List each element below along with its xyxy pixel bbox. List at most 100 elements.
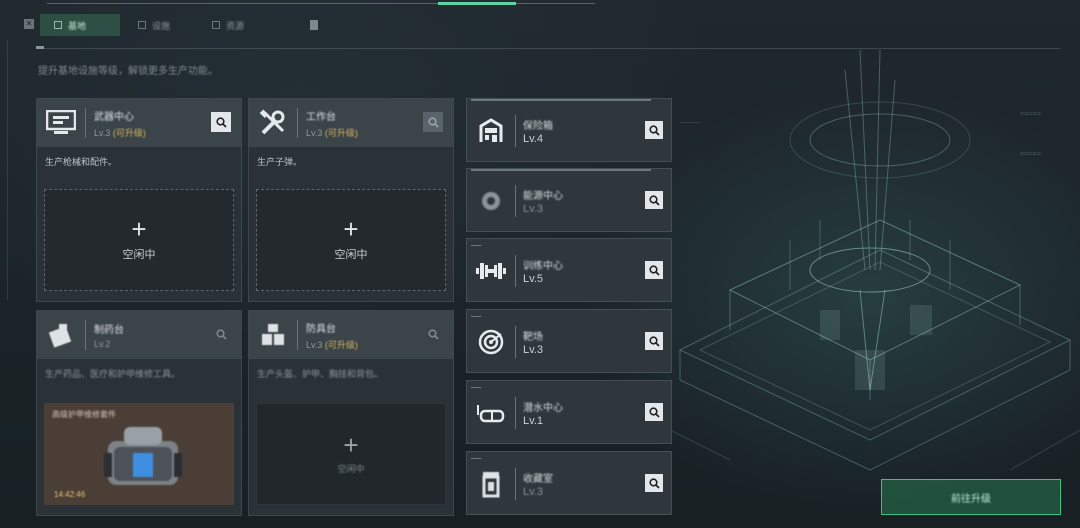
search-icon[interactable] <box>645 474 663 492</box>
separator <box>515 326 516 358</box>
computer-icon <box>37 99 85 147</box>
list-item-safe[interactable]: 保险箱 Lv.4 <box>466 98 672 162</box>
tab-label: 资源 <box>226 20 245 31</box>
list-item-range[interactable]: 靶场 Lv.3 <box>466 309 672 373</box>
card-header: 武器中心 Lv.3 (可升级) <box>37 99 241 147</box>
separator <box>515 255 516 287</box>
slot-status: 空闲中 <box>122 249 156 261</box>
tab-label: 设施 <box>152 20 171 31</box>
card-header: 工作台 Lv.3 (可升级) <box>249 99 453 147</box>
level-value: Lv.2 <box>94 339 111 349</box>
page-subtitle: 提升基地设施等级，解锁更多生产功能。 <box>38 66 218 77</box>
separator <box>515 397 516 429</box>
separator <box>85 108 86 138</box>
facility-card-weapon[interactable]: 武器中心 Lv.3 (可升级) 生产枪械和配件。 + 空闲中 <box>36 98 242 302</box>
grid-icon <box>138 21 146 29</box>
facility-name: 能源中心 <box>523 191 563 202</box>
row-rule <box>471 316 481 317</box>
separator <box>515 115 516 147</box>
decor-text: ===== <box>1020 150 1042 158</box>
production-product[interactable]: 高级护甲维修套件 14:42:46 <box>44 403 234 505</box>
close-icon[interactable]: ✕ <box>24 19 34 29</box>
row-rule <box>471 169 651 171</box>
search-icon[interactable] <box>645 403 663 421</box>
level-value: Lv.3 <box>94 127 111 138</box>
safe-icon <box>473 113 509 149</box>
search-icon[interactable] <box>211 324 231 344</box>
plus-icon: + <box>343 429 359 460</box>
production-slot[interactable]: + 空闲中 <box>256 403 446 505</box>
upgrade-button[interactable]: 前往升级 <box>881 479 1061 515</box>
facility-level: Lv.2 <box>94 339 124 349</box>
row-rule <box>471 458 481 459</box>
list-item-energy[interactable]: 能源中心 Lv.3 <box>466 168 672 232</box>
search-icon[interactable] <box>645 261 663 279</box>
separator <box>297 108 298 138</box>
list-item-diving[interactable]: 潜水中心 Lv.1 <box>466 380 672 444</box>
tab-facilities[interactable]: 设施 <box>124 14 194 36</box>
decor-text: ————— <box>680 118 702 126</box>
facility-card-workbench[interactable]: 工作台 Lv.3 (可升级) 生产子弹。 + 空闲中 <box>248 98 454 302</box>
search-icon[interactable] <box>423 324 443 344</box>
plus-icon: + <box>131 214 147 244</box>
tools-icon <box>249 99 297 147</box>
list-item-training[interactable]: 训练中心 Lv.5 <box>466 238 672 302</box>
facility-level: Lv.3 <box>523 486 543 498</box>
facility-level: Lv.3 <box>523 203 543 215</box>
base-blueprint-art <box>670 50 1080 471</box>
tab-base[interactable]: 基地 <box>40 14 120 36</box>
box-icon <box>212 21 220 29</box>
facility-description: 生产头盔、护甲、胸挂和背包。 <box>257 369 384 379</box>
search-icon[interactable] <box>423 112 443 132</box>
separator <box>297 320 298 350</box>
row-rule <box>471 99 651 101</box>
facility-name: 靶场 <box>523 332 543 343</box>
facility-card-medical[interactable]: 制药台 Lv.2 生产药品、医疗和护甲维修工具。 高级护甲维修套件 14:42:… <box>36 310 242 516</box>
facility-name: 保险箱 <box>523 121 553 132</box>
decor-text: ===== <box>1020 110 1042 118</box>
facility-level: Lv.3 (可升级) <box>94 126 146 139</box>
gear-icon <box>473 183 509 219</box>
divider-marker <box>36 46 44 49</box>
facility-level: Lv.3 (可升级) <box>306 338 358 351</box>
dumbbell-icon <box>473 253 509 289</box>
upgrade-button-label: 前往升级 <box>951 493 991 505</box>
tab-resources[interactable]: 资源 <box>198 14 268 36</box>
tab-bar: 基地 设施 资源 <box>40 14 318 36</box>
header-divider <box>38 48 1060 49</box>
search-icon[interactable] <box>645 121 663 139</box>
upgrade-hint: (可升级) <box>112 127 146 138</box>
search-icon[interactable] <box>211 112 231 132</box>
facility-card-armor[interactable]: 防具台 Lv.3 (可升级) 生产头盔、护甲、胸挂和背包。 + 空闲中 <box>248 310 454 516</box>
facility-name: 收藏室 <box>523 474 553 485</box>
search-icon[interactable] <box>645 332 663 350</box>
facility-level: Lv.3 (可升级) <box>306 126 358 139</box>
target-icon <box>473 324 509 360</box>
facility-name: 制药台 <box>94 325 124 336</box>
menu-icon[interactable] <box>310 20 318 30</box>
tab-label: 基地 <box>68 20 87 31</box>
facility-description: 生产枪械和配件。 <box>45 157 118 167</box>
facility-level: Lv.5 <box>523 273 543 285</box>
production-timer: 14:42:46 <box>54 490 86 499</box>
production-slot[interactable]: + 空闲中 <box>256 189 446 291</box>
facility-level: Lv.3 <box>523 344 543 356</box>
side-rule <box>7 40 8 300</box>
level-value: Lv.3 <box>306 339 323 350</box>
card-header: 制药台 Lv.2 <box>37 311 241 359</box>
card-header: 防具台 Lv.3 (可升级) <box>249 311 453 359</box>
diving-mask-icon <box>473 395 509 431</box>
level-value: Lv.3 <box>306 127 323 138</box>
search-icon[interactable] <box>645 191 663 209</box>
home-icon <box>54 21 62 29</box>
trash-can-icon <box>473 466 509 502</box>
facility-level: Lv.1 <box>523 415 543 427</box>
production-slot[interactable]: + 空闲中 <box>44 189 234 291</box>
facility-name: 工作台 <box>306 111 336 123</box>
top-accent-bar <box>438 2 516 5</box>
slot-status: 空闲中 <box>334 249 368 261</box>
separator <box>515 185 516 217</box>
list-item-storage[interactable]: 收藏室 Lv.3 <box>466 451 672 515</box>
facility-description: 生产药品、医疗和护甲维修工具。 <box>45 369 181 379</box>
product-name: 高级护甲维修套件 <box>52 410 116 419</box>
